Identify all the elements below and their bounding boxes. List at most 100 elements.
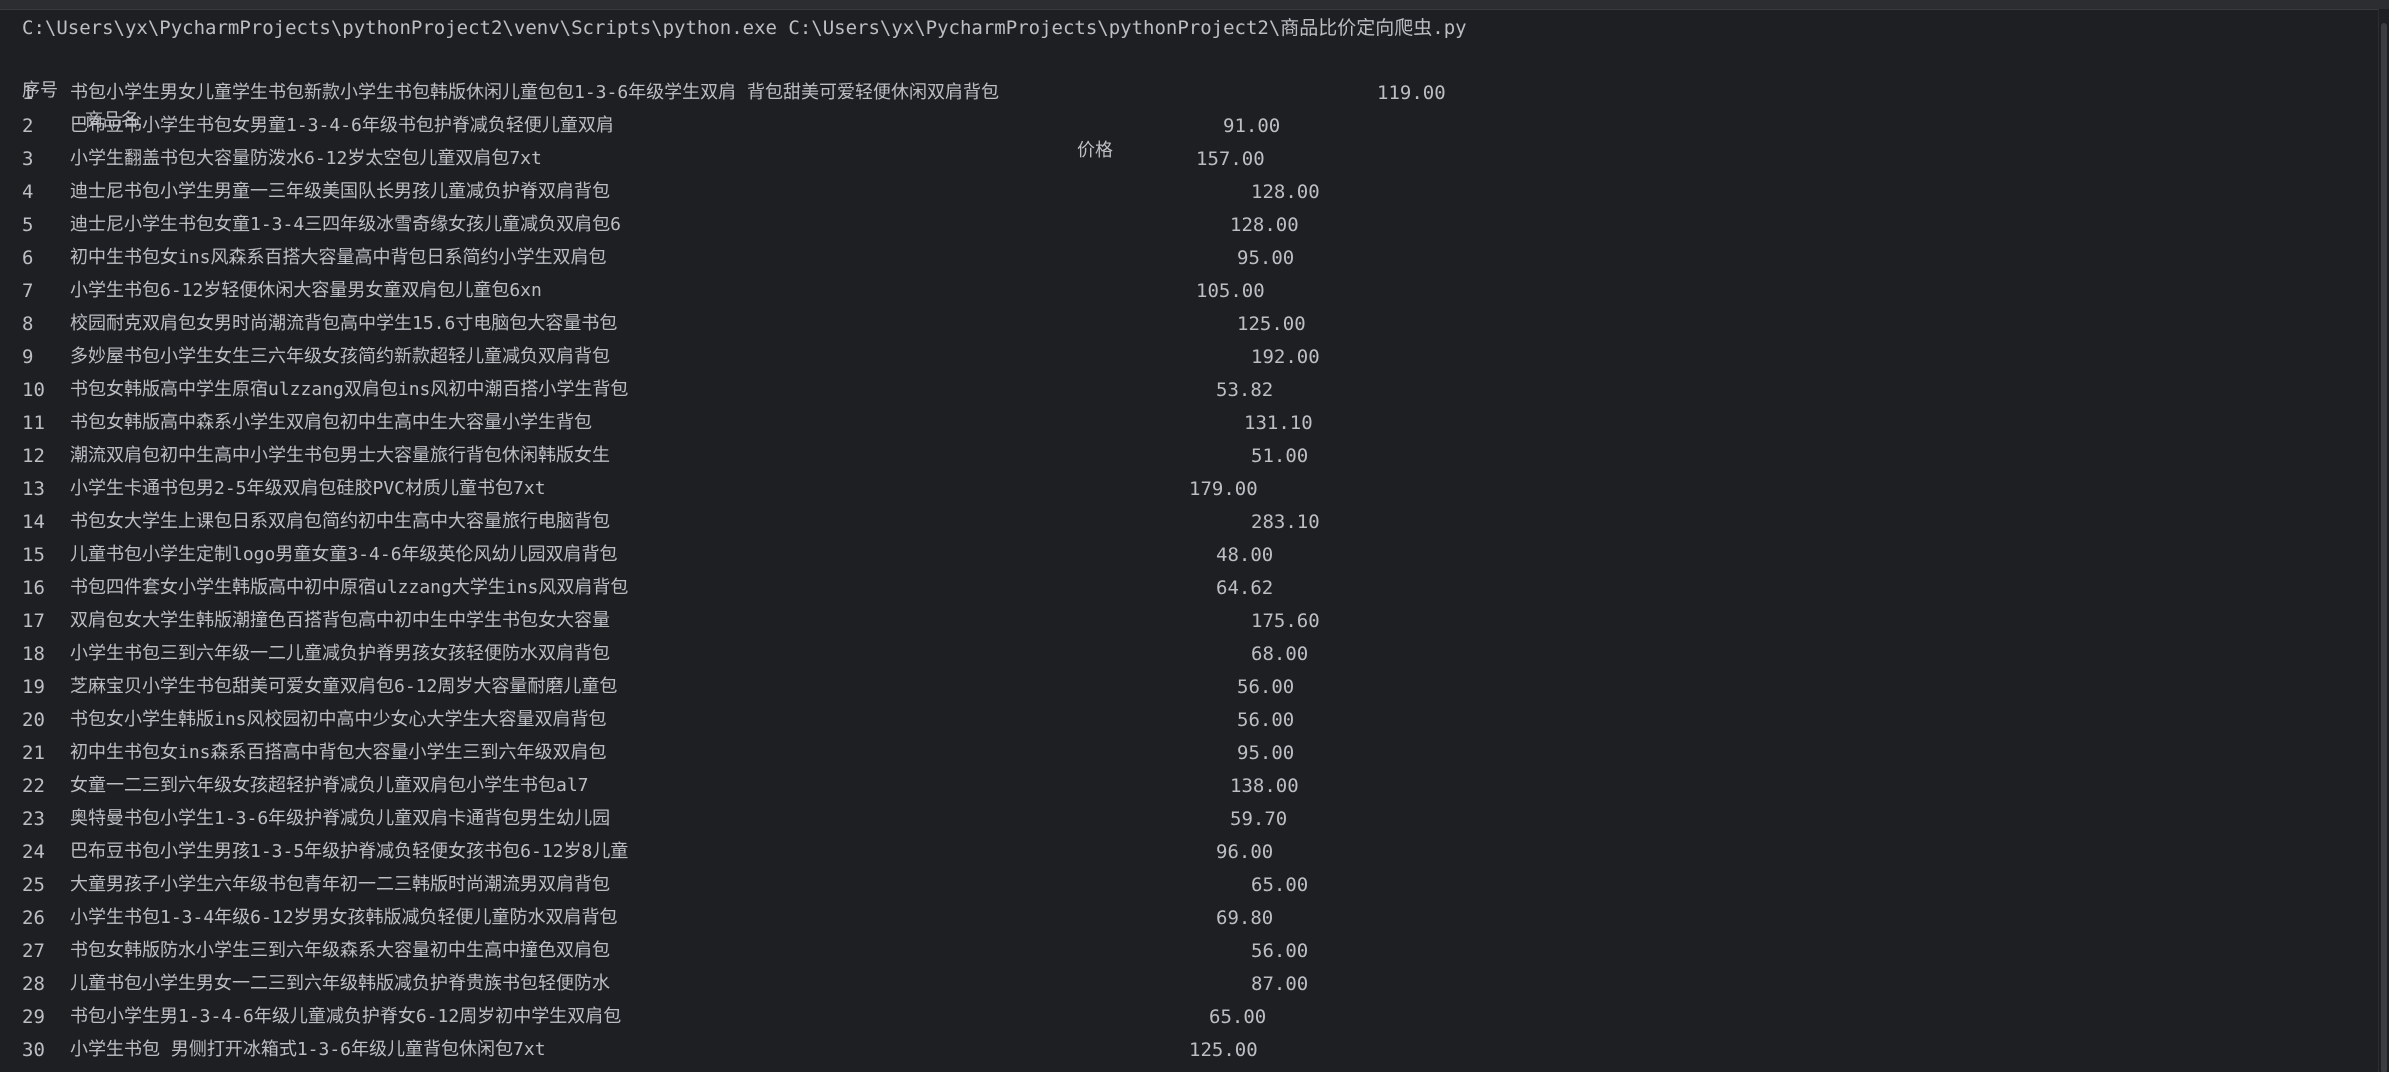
table-row: 24 巴布豆书包小学生男孩1-3-5年级护脊减负轻便女孩书包6-12岁8儿童 96.… bbox=[0, 837, 2370, 867]
row-index: 30 bbox=[22, 1039, 45, 1061]
row-price: 119.00 bbox=[1377, 82, 1446, 104]
table-row: 7 小学生书包6-12岁轻便休闲大容量男女童双肩包儿童包6xn 105.00 bbox=[0, 276, 2370, 306]
table-row: 9 多妙屋书包小学生女生三六年级女孩简约新款超轻儿童减负双肩背包 192.00 bbox=[0, 342, 2370, 372]
row-price: 56.00 bbox=[1237, 676, 1295, 698]
row-price: 96.00 bbox=[1216, 841, 1274, 863]
row-index: 26 bbox=[22, 907, 45, 929]
row-product-name: 初中生书包女ins风森系百搭大容量高中背包日系简约小学生双肩包 bbox=[70, 247, 607, 268]
row-product-name: 书包小学生男1-3-4-6年级儿童减负护脊女6-12周岁初中学生双肩包 bbox=[70, 1006, 622, 1027]
row-product-name: 书包女韩版高中森系小学生双肩包初中生高中生大容量小学生背包 bbox=[70, 412, 592, 433]
table-header: 序号 商品名 价格 bbox=[0, 46, 2370, 161]
row-product-name: 巴布豆书小学生书包女男童1-3-4-6年级书包护脊减负轻便儿童双肩 bbox=[70, 115, 614, 136]
table-row: 19 芝麻宝贝小学生书包甜美可爱女童双肩包6-12周岁大容量耐磨儿童包 56.00 bbox=[0, 672, 2370, 702]
row-index: 27 bbox=[22, 940, 45, 962]
row-index: 20 bbox=[22, 709, 45, 731]
table-row: 6 初中生书包女ins风森系百搭大容量高中背包日系简约小学生双肩包 95.00 bbox=[0, 243, 2370, 273]
row-product-name: 初中生书包女ins森系百搭高中背包大容量小学生三到六年级双肩包 bbox=[70, 742, 607, 763]
table-row: 20 书包女小学生韩版ins风校园初中高中少女心大学生大容量双肩背包 56.00 bbox=[0, 705, 2370, 735]
table-row: 22 女童一二三到六年级女孩超轻护脊减负儿童双肩包小学生书包al7 138.00 bbox=[0, 771, 2370, 801]
table-row: 27 书包女韩版防水小学生三到六年级森系大容量初中生高中撞色双肩包 56.00 bbox=[0, 936, 2370, 966]
row-index: 13 bbox=[22, 478, 45, 500]
row-price: 59.70 bbox=[1230, 808, 1288, 830]
row-product-name: 小学生书包1-3-4年级6-12岁男女孩韩版减负轻便儿童防水双肩背包 bbox=[70, 907, 618, 928]
row-product-name: 儿童书包小学生定制logo男童女童3-4-6年级英伦风幼儿园双肩背包 bbox=[70, 544, 618, 565]
row-index: 15 bbox=[22, 544, 45, 566]
row-index: 21 bbox=[22, 742, 45, 764]
row-price: 179.00 bbox=[1189, 478, 1258, 500]
row-price: 138.00 bbox=[1230, 775, 1299, 797]
row-product-name: 小学生书包6-12岁轻便休闲大容量男女童双肩包儿童包6xn bbox=[70, 280, 542, 301]
row-product-name: 多妙屋书包小学生女生三六年级女孩简约新款超轻儿童减负双肩背包 bbox=[70, 346, 610, 367]
run-command-line: C:\Users\yx\PycharmProjects\pythonProjec… bbox=[22, 17, 1467, 39]
row-index: 22 bbox=[22, 775, 45, 797]
table-row: 25 大童男孩子小学生六年级书包青年初一二三韩版时尚潮流男双肩背包 65.00 bbox=[0, 870, 2370, 900]
row-index: 18 bbox=[22, 643, 45, 665]
row-index: 28 bbox=[22, 973, 45, 995]
table-row: 15 儿童书包小学生定制logo男童女童3-4-6年级英伦风幼儿园双肩背包 48.0… bbox=[0, 540, 2370, 570]
table-row: 4 迪士尼书包小学生男童一三年级美国队长男孩儿童减负护脊双肩背包 128.00 bbox=[0, 177, 2370, 207]
row-product-name: 书包四件套女小学生韩版高中初中原宿ulzzang大学生ins风双肩背包 bbox=[70, 577, 629, 598]
table-row: 10 书包女韩版高中学生原宿ulzzang双肩包ins风初中潮百搭小学生背包 53.… bbox=[0, 375, 2370, 405]
table-row: 12 潮流双肩包初中生高中小学生书包男士大容量旅行背包休闲韩版女生 51.00 bbox=[0, 441, 2370, 471]
scrollbar-thumb[interactable] bbox=[2381, 23, 2387, 1072]
row-index: 29 bbox=[22, 1006, 45, 1028]
row-price: 56.00 bbox=[1237, 709, 1295, 731]
table-row: 26 小学生书包1-3-4年级6-12岁男女孩韩版减负轻便儿童防水双肩背包 69.8… bbox=[0, 903, 2370, 933]
table-row: 8 校园耐克双肩包女男时尚潮流背包高中学生15.6寸电脑包大容量书包 125.00 bbox=[0, 309, 2370, 339]
table-row: 29 书包小学生男1-3-4-6年级儿童减负护脊女6-12周岁初中学生双肩包 65.… bbox=[0, 1002, 2370, 1032]
row-price: 125.00 bbox=[1189, 1039, 1258, 1061]
row-index: 7 bbox=[22, 280, 34, 302]
row-price: 87.00 bbox=[1251, 973, 1309, 995]
row-index: 24 bbox=[22, 841, 45, 863]
table-row: 18 小学生书包三到六年级一二儿童减负护脊男孩女孩轻便防水双肩背包 68.00 bbox=[0, 639, 2370, 669]
vertical-scrollbar[interactable] bbox=[2378, 9, 2389, 1072]
row-product-name: 迪士尼书包小学生男童一三年级美国队长男孩儿童减负护脊双肩背包 bbox=[70, 181, 610, 202]
table-row: 21 初中生书包女ins森系百搭高中背包大容量小学生三到六年级双肩包 95.00 bbox=[0, 738, 2370, 768]
row-product-name: 女童一二三到六年级女孩超轻护脊减负儿童双肩包小学生书包al7 bbox=[70, 775, 589, 796]
row-product-name: 小学生翻盖书包大容量防泼水6-12岁太空包儿童双肩包7xt bbox=[70, 148, 542, 169]
row-price: 131.10 bbox=[1244, 412, 1313, 434]
table-row: 17 双肩包女大学生韩版潮撞色百搭背包高中初中生中学生书包女大容量 175.60 bbox=[0, 606, 2370, 636]
row-index: 16 bbox=[22, 577, 45, 599]
row-index: 10 bbox=[22, 379, 45, 401]
row-product-name: 书包女韩版高中学生原宿ulzzang双肩包ins风初中潮百搭小学生背包 bbox=[70, 379, 629, 400]
row-product-name: 书包女韩版防水小学生三到六年级森系大容量初中生高中撞色双肩包 bbox=[70, 940, 610, 961]
table-row: 11 书包女韩版高中森系小学生双肩包初中生高中生大容量小学生背包 131.10 bbox=[0, 408, 2370, 438]
row-index: 19 bbox=[22, 676, 45, 698]
row-price: 175.60 bbox=[1251, 610, 1320, 632]
console-output[interactable]: C:\Users\yx\PycharmProjects\pythonProjec… bbox=[0, 0, 2389, 1072]
table-row: 2 巴布豆书小学生书包女男童1-3-4-6年级书包护脊减负轻便儿童双肩 91.00 bbox=[0, 111, 2370, 141]
row-product-name: 校园耐克双肩包女男时尚潮流背包高中学生15.6寸电脑包大容量书包 bbox=[70, 313, 618, 334]
table-row: 16 书包四件套女小学生韩版高中初中原宿ulzzang大学生ins风双肩背包 64.… bbox=[0, 573, 2370, 603]
row-price: 64.62 bbox=[1216, 577, 1274, 599]
row-index: 4 bbox=[22, 181, 34, 203]
row-price: 95.00 bbox=[1237, 742, 1295, 764]
row-product-name: 奥特曼书包小学生1-3-6年级护脊减负儿童双肩卡通背包男生幼儿园 bbox=[70, 808, 611, 829]
row-price: 51.00 bbox=[1251, 445, 1309, 467]
row-price: 53.82 bbox=[1216, 379, 1274, 401]
table-row: 23 奥特曼书包小学生1-3-6年级护脊减负儿童双肩卡通背包男生幼儿园 59.70 bbox=[0, 804, 2370, 834]
row-product-name: 小学生书包 男侧打开冰箱式1-3-6年级儿童背包休闲包7xt bbox=[70, 1039, 546, 1060]
row-index: 17 bbox=[22, 610, 45, 632]
table-row: 14 书包女大学生上课包日系双肩包简约初中生高中大容量旅行电脑背包 283.10 bbox=[0, 507, 2370, 537]
row-product-name: 双肩包女大学生韩版潮撞色百搭背包高中初中生中学生书包女大容量 bbox=[70, 610, 610, 631]
row-price: 128.00 bbox=[1230, 214, 1299, 236]
row-price: 69.80 bbox=[1216, 907, 1274, 929]
row-product-name: 芝麻宝贝小学生书包甜美可爱女童双肩包6-12周岁大容量耐磨儿童包 bbox=[70, 676, 618, 697]
row-price: 192.00 bbox=[1251, 346, 1320, 368]
table-row: 28 儿童书包小学生男女一二三到六年级韩版减负护脊贵族书包轻便防水 87.00 bbox=[0, 969, 2370, 999]
row-price: 56.00 bbox=[1251, 940, 1309, 962]
row-price: 105.00 bbox=[1196, 280, 1265, 302]
row-product-name: 大童男孩子小学生六年级书包青年初一二三韩版时尚潮流男双肩背包 bbox=[70, 874, 610, 895]
row-product-name: 书包女大学生上课包日系双肩包简约初中生高中大容量旅行电脑背包 bbox=[70, 511, 610, 532]
row-product-name: 小学生书包三到六年级一二儿童减负护脊男孩女孩轻便防水双肩背包 bbox=[70, 643, 610, 664]
table-row: 5 迪士尼小学生书包女童1-3-4三四年级冰雪奇缘女孩儿童减负双肩包6 128.00 bbox=[0, 210, 2370, 240]
row-product-name: 书包小学生男女儿童学生书包新款小学生书包韩版休闲儿童包包1-3-6年级学生双肩 … bbox=[70, 82, 1000, 103]
row-product-name: 潮流双肩包初中生高中小学生书包男士大容量旅行背包休闲韩版女生 bbox=[70, 445, 610, 466]
row-index: 23 bbox=[22, 808, 45, 830]
row-index: 2 bbox=[22, 115, 34, 137]
row-price: 48.00 bbox=[1216, 544, 1274, 566]
row-index: 6 bbox=[22, 247, 34, 269]
row-index: 11 bbox=[22, 412, 45, 434]
console-top-border bbox=[0, 0, 2389, 10]
